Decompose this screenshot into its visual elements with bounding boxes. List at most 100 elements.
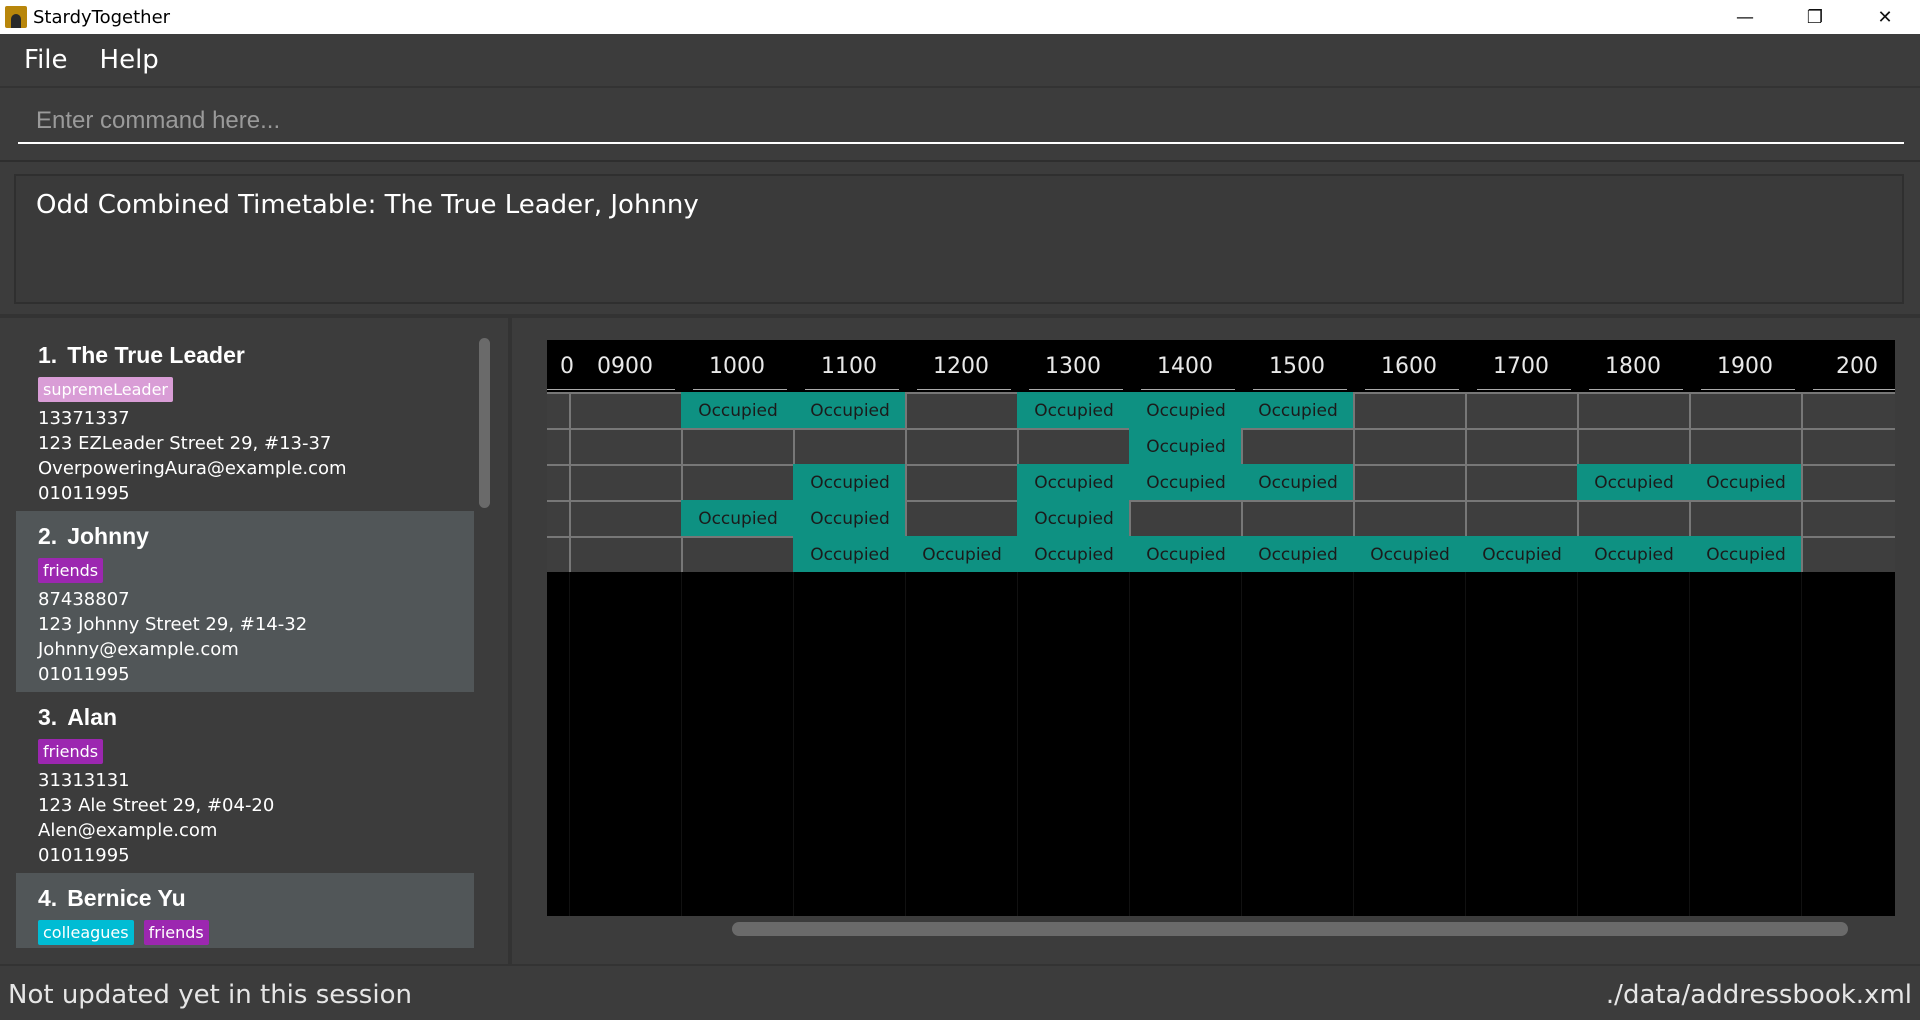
title-bar: StardyTogether — ❐ ✕	[0, 0, 1920, 34]
timetable-cell-free	[1689, 428, 1801, 464]
timetable-cell-occupied: Occupied	[681, 500, 793, 536]
timetable-cell-free	[1241, 428, 1353, 464]
person-address: 123 Ale Street 29, #04-20	[38, 795, 275, 816]
timetable-cell-occupied: Occupied	[1577, 464, 1689, 500]
timetable-hour-header: 1300	[1017, 340, 1129, 392]
timetable-cell-occupied: Occupied	[1241, 536, 1353, 572]
minimize-button[interactable]: —	[1710, 0, 1780, 34]
person-address: 123 EZLeader Street 29, #13-37	[38, 433, 332, 454]
timetable-cell-occupied: Occupied	[793, 500, 905, 536]
timetable-cell-free	[1241, 500, 1353, 536]
timetable-cell-occupied: Occupied	[1577, 536, 1689, 572]
timetable-horizontal-scrollbar[interactable]	[732, 922, 1848, 936]
timetable-cell-free	[1801, 428, 1895, 464]
timetable-column-line	[681, 572, 682, 916]
horizontal-divider[interactable]	[0, 314, 1920, 318]
timetable-column-line	[1465, 572, 1466, 916]
result-text: Odd Combined Timetable: The True Leader,…	[36, 190, 699, 220]
person-email: Johnny@example.com	[38, 639, 239, 660]
timetable-column-line	[1129, 572, 1130, 916]
person-card[interactable]: 3. Alan friends 31313131 123 Ale Street 2…	[16, 692, 474, 873]
timetable-cell-free	[1465, 392, 1577, 428]
timetable-cell-free	[1465, 428, 1577, 464]
person-list-scrollbar[interactable]	[476, 330, 492, 948]
timetable-cell-occupied: Occupied	[905, 536, 1017, 572]
tag-badge: friends	[143, 920, 209, 945]
timetable-cell-free	[1577, 428, 1689, 464]
timetable-cell-free	[1801, 536, 1895, 572]
person-card[interactable]: 2. Johnny friends 87438807 123 Johnny Str…	[16, 511, 474, 692]
person-card[interactable]: 1. The True Leader supremeLeader 13371337…	[16, 330, 474, 511]
timetable-cell-free	[681, 464, 793, 500]
timetable-cell-occupied: Occupied	[793, 464, 905, 500]
person-name: 1. The True Leader	[38, 342, 245, 368]
timetable-panel: 0 0900 1000 1100 1200 1300 1400 1500 1600 1700 180…	[547, 340, 1895, 916]
person-birthday: 01011995	[38, 483, 130, 504]
command-input[interactable]	[18, 100, 1904, 144]
result-display: Odd Combined Timetable: The True Leader,…	[14, 174, 1904, 304]
person-phone: 13371337	[38, 408, 130, 429]
close-button[interactable]: ✕	[1850, 0, 1920, 34]
menu-bar: File Help	[0, 34, 1920, 88]
timetable-cell-occupied: Occupied	[1129, 428, 1241, 464]
timetable-hour-header: 1100	[793, 340, 905, 392]
timetable-cell-free	[1577, 392, 1689, 428]
restore-button[interactable]: ❐	[1780, 0, 1850, 34]
timetable-cell-free	[1801, 392, 1895, 428]
window-title: StardyTogether	[33, 6, 171, 28]
timetable-cell-occupied: Occupied	[681, 392, 793, 428]
timetable-row: Occupied Occupied Occupied Occupied Occupied	[547, 392, 1895, 428]
timetable-cell-free	[1353, 392, 1465, 428]
timetable-cell-free	[905, 464, 1017, 500]
person-phone: 87438807	[38, 589, 130, 610]
timetable-cell-occupied: Occupied	[1689, 536, 1801, 572]
person-card[interactable]: 4. Bernice Yu colleagues friends	[16, 873, 474, 948]
timetable-cell-free	[1801, 500, 1895, 536]
app-icon	[5, 6, 27, 28]
person-birthday: 01011995	[38, 845, 130, 866]
timetable-cell-free	[1577, 500, 1689, 536]
timetable-column-line	[1577, 572, 1578, 916]
timetable-column-line	[1353, 572, 1354, 916]
person-name: 4. Bernice Yu	[38, 885, 186, 911]
tag-badge: friends	[38, 558, 104, 583]
timetable-cell-free	[569, 428, 681, 464]
timetable-hour-header: 1000	[681, 340, 793, 392]
timetable-column-line	[569, 572, 570, 916]
save-location: ./data/addressbook.xml	[1605, 980, 1912, 1010]
timetable-column-line	[1801, 572, 1802, 916]
person-email: OverpoweringAura@example.com	[38, 458, 347, 479]
timetable-cell-free	[905, 500, 1017, 536]
timetable-cell-occupied: Occupied	[1129, 392, 1241, 428]
timetable-cell-occupied: Occupied	[1129, 536, 1241, 572]
timetable-cell-occupied: Occupied	[1465, 536, 1577, 572]
person-name: 2. Johnny	[38, 523, 149, 549]
timetable-hour-header: 1700	[1465, 340, 1577, 392]
tag-badge: friends	[38, 739, 104, 764]
menu-file[interactable]: File	[24, 45, 68, 75]
timetable-hour-header: 0900	[569, 340, 681, 392]
person-email: Alen@example.com	[38, 820, 218, 841]
timetable-cell-occupied: Occupied	[1017, 536, 1129, 572]
scrollbar-thumb[interactable]	[479, 338, 490, 508]
timetable-header: 0 0900 1000 1100 1200 1300 1400 1500 1600 1700 180…	[547, 340, 1895, 392]
timetable-cell-occupied: Occupied	[1017, 464, 1129, 500]
sync-status: Not updated yet in this session	[8, 980, 412, 1010]
status-bar: Not updated yet in this session ./data/a…	[0, 964, 1920, 1020]
timetable-hour-header: 1900	[1689, 340, 1801, 392]
timetable-cell-occupied: Occupied	[793, 392, 905, 428]
vertical-divider[interactable]	[508, 316, 512, 964]
timetable-hour-header: 1800	[1577, 340, 1689, 392]
timetable-hour-header: 1600	[1353, 340, 1465, 392]
person-address: 123 Johnny Street 29, #14-32	[38, 614, 308, 635]
timetable-cell-free	[1017, 428, 1129, 464]
menu-help[interactable]: Help	[100, 45, 159, 75]
timetable-hour-header: 1500	[1241, 340, 1353, 392]
tag-badge: colleagues	[38, 920, 134, 945]
timetable-cell-free	[1689, 392, 1801, 428]
person-phone: 31313131	[38, 770, 130, 791]
timetable-cell-occupied: Occupied	[1129, 464, 1241, 500]
timetable-empty-area	[547, 572, 1895, 916]
timetable-hour-header: 1400	[1129, 340, 1241, 392]
timetable-cell-occupied: Occupied	[1353, 536, 1465, 572]
